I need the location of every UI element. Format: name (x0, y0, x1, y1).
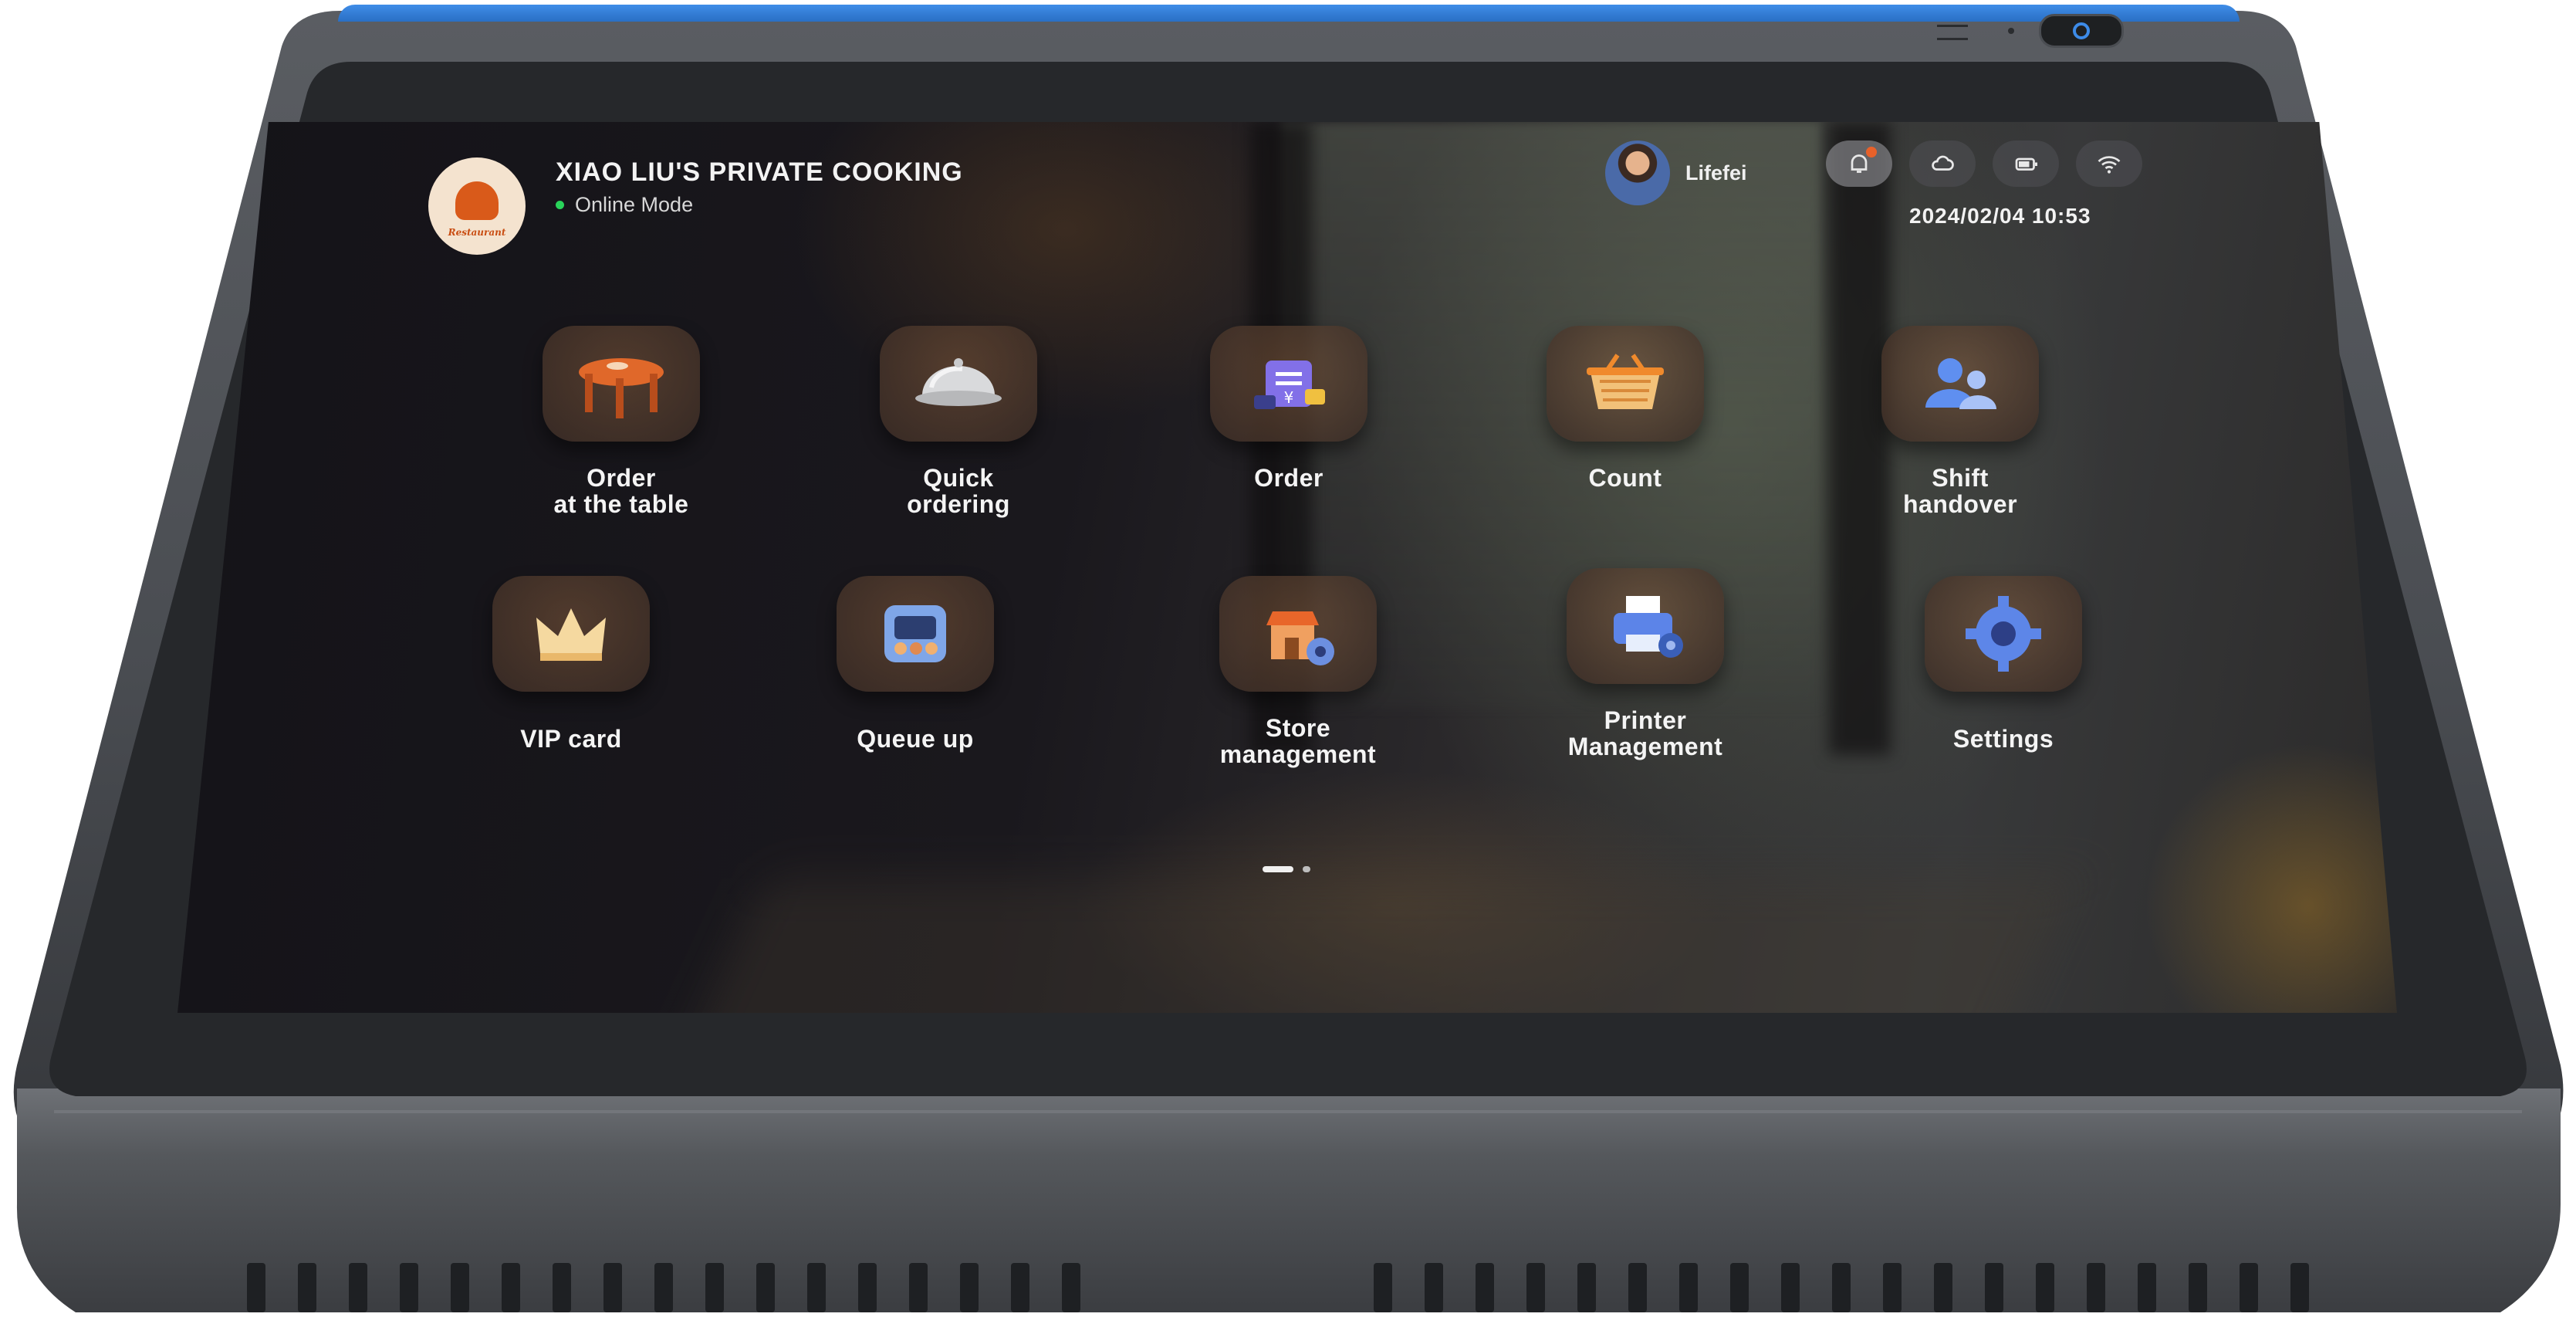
power-icon (2073, 22, 2090, 39)
status-bar (1826, 141, 2142, 187)
gear-icon (1925, 576, 2082, 692)
crown-icon (492, 576, 650, 692)
app-label: Order (1254, 464, 1323, 492)
app-order-at-table[interactable]: Order at the table (498, 326, 745, 517)
online-status-dot (556, 201, 564, 209)
vent-slot (1425, 1263, 1443, 1312)
chef-hat-icon (455, 181, 499, 220)
vent-slot (1679, 1263, 1698, 1312)
vent-slot (807, 1263, 826, 1312)
page-dot-active[interactable] (1263, 866, 1293, 872)
queue-icon (837, 576, 994, 692)
vent-slot (553, 1263, 571, 1312)
store-gear-icon (1219, 576, 1377, 692)
date-time: 2024/02/04 10:53 (1909, 204, 2091, 228)
app-label: VIP card (520, 725, 622, 753)
battery-icon (2015, 157, 2037, 171)
vent-slot (1781, 1263, 1800, 1312)
vent-slot (451, 1263, 469, 1312)
logo-text: Restaurant (448, 227, 506, 238)
power-button[interactable] (2039, 14, 2124, 48)
app-settings[interactable]: Settings (1880, 576, 2127, 752)
app-label: Printer Management (1567, 706, 1723, 760)
app-order[interactable]: ¥ Order (1165, 326, 1412, 491)
connection-status: Online Mode (556, 193, 693, 217)
app-queue-up[interactable]: Queue up (792, 576, 1039, 752)
app-quick-ordering[interactable]: Quick ordering (835, 326, 1082, 517)
battery-status[interactable] (1993, 141, 2059, 187)
vent-slot (2036, 1263, 2054, 1312)
app-label: Settings (1952, 725, 2054, 753)
vent-slot (960, 1263, 979, 1312)
vent-slot (1577, 1263, 1596, 1312)
notifications-button[interactable] (1826, 141, 1892, 187)
app-label: Shift handover (1902, 464, 2018, 518)
restaurant-logo: Restaurant (428, 157, 526, 255)
vent-slot (1985, 1263, 2003, 1312)
background-floor (671, 879, 2077, 1013)
vent-slot (1883, 1263, 1902, 1312)
vent-slot (400, 1263, 418, 1312)
vent-slot (2240, 1263, 2258, 1312)
vent-slot (1476, 1263, 1494, 1312)
app-label: Order at the table (553, 464, 689, 518)
receipt-icon: ¥ (1210, 326, 1367, 442)
shopping-basket-icon (1547, 326, 1704, 442)
vent-slot (1832, 1263, 1851, 1312)
vent-slot (349, 1263, 367, 1312)
vent-slot (705, 1263, 724, 1312)
cloud-icon (1932, 155, 1954, 171)
vent-slot (603, 1263, 622, 1312)
app-label: Quick ordering (907, 464, 1010, 518)
app-label: Count (1588, 464, 1662, 492)
screen: Restaurant XIAO LIU'S PRIVATE COOKING On… (177, 122, 2397, 1013)
vent-slot (2138, 1263, 2156, 1312)
avatar (1605, 141, 1670, 205)
page-dot[interactable] (1303, 866, 1310, 872)
wifi-status[interactable] (2076, 141, 2142, 187)
app-vip-card[interactable]: VIP card (448, 576, 695, 752)
app-label: Store management (1219, 714, 1377, 768)
vent-slot (1730, 1263, 1749, 1312)
microphone-dot (2008, 28, 2014, 34)
vent-slot (1934, 1263, 1952, 1312)
shop-name: XIAO LIU'S PRIVATE COOKING (556, 157, 963, 187)
app-store-management[interactable]: Store management (1175, 576, 1422, 767)
vent-slot (654, 1263, 673, 1312)
vent-slot (909, 1263, 928, 1312)
device-stage: Restaurant XIAO LIU'S PRIVATE COOKING On… (0, 0, 2576, 1317)
wifi-icon (2098, 156, 2121, 174)
vent-slot (858, 1263, 877, 1312)
user-name: Lifefei (1685, 161, 1747, 185)
vent-slot (2290, 1263, 2309, 1312)
speaker-grill (1937, 25, 1968, 40)
page-indicator[interactable] (1263, 866, 1310, 872)
vent-slot (1374, 1263, 1392, 1312)
vent-slot (2189, 1263, 2207, 1312)
app-printer-management[interactable]: Printer Management (1522, 568, 1769, 760)
svg-text:¥: ¥ (1284, 388, 1294, 407)
notification-badge (1866, 147, 1877, 157)
food-cloche-icon (880, 326, 1037, 442)
vent-slot (756, 1263, 775, 1312)
cloud-status[interactable] (1909, 141, 1976, 187)
app-shift-handover[interactable]: Shift handover (1837, 326, 2084, 517)
printer-gear-icon (1567, 568, 1724, 684)
user-profile[interactable]: Lifefei (1605, 141, 1747, 205)
app-label: Queue up (857, 725, 974, 753)
dining-table-icon (543, 326, 700, 442)
users-icon (1881, 326, 2039, 442)
vent-slot (1011, 1263, 1029, 1312)
vent-slot (1628, 1263, 1647, 1312)
device-top-accent (338, 5, 2240, 22)
app-count[interactable]: Count (1502, 326, 1749, 491)
vent-slot (298, 1263, 316, 1312)
connection-mode-label: Online Mode (575, 193, 694, 216)
vent-slot (1526, 1263, 1545, 1312)
vent-slot (2087, 1263, 2105, 1312)
vent-slot (1062, 1263, 1080, 1312)
vent-slot (247, 1263, 265, 1312)
vent-slot (502, 1263, 520, 1312)
